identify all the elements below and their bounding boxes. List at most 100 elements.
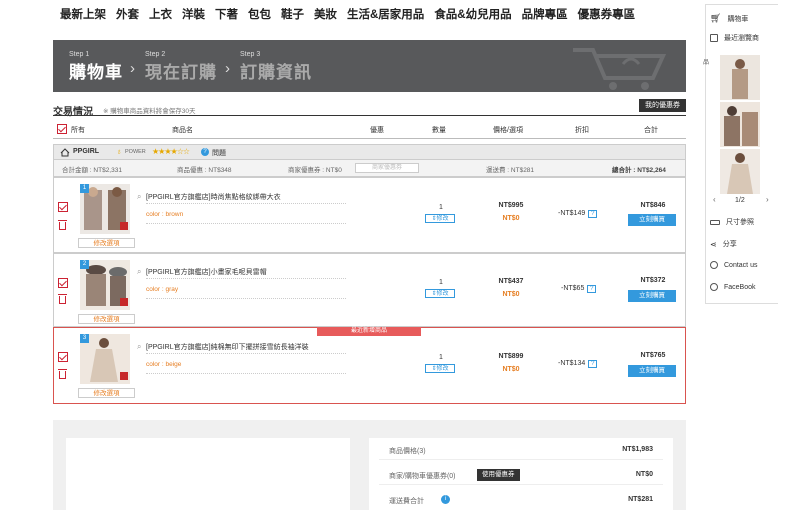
trash-icon[interactable]	[58, 369, 67, 379]
nav-item-outer[interactable]: 外套	[116, 6, 139, 21]
nav-item-bags[interactable]: 包包	[248, 6, 271, 21]
summary-row-goods: 商品價格(3) NT$1,983	[379, 440, 663, 460]
qty-edit-button[interactable]: ⇕修改	[425, 289, 455, 298]
buy-now-button[interactable]: 立刻購買	[628, 290, 676, 302]
nav-item-brand[interactable]: 品牌專區	[522, 6, 568, 21]
shipping-label: 運送費合計	[389, 498, 424, 505]
col-name: 商品名	[172, 127, 193, 134]
prev-page-button[interactable]: ‹	[713, 195, 716, 204]
item-discount-value: -NT$65?	[561, 285, 597, 293]
nav-item-coupon[interactable]: 優惠券專區	[578, 6, 636, 21]
nav-item-bottoms[interactable]: 下著	[215, 6, 238, 21]
shop-question-link[interactable]: 問題	[212, 148, 226, 158]
product-color: color : brown	[146, 211, 184, 218]
quick-sidebar: 🛒︎ 購物車 最近瀏覽商 品 ‹ 1/2 › 尺寸參照 ⋖ 分享 Contact u…	[703, 4, 778, 304]
step3-small: Step 3	[240, 51, 261, 58]
product-image	[720, 55, 760, 100]
checkout-steps-banner: Step 1 購物車 › Step 2 現在訂購 › Step 3 訂購資訊	[53, 40, 686, 92]
item-total: NT$765	[640, 352, 666, 359]
nav-item-beauty[interactable]: 美妝	[314, 6, 337, 21]
discount-amount: -NT$134	[558, 360, 586, 367]
product-name-link[interactable]: [PPGIRL官方旗艦店]純棉無印下擺拼接雪紡長袖洋裝	[146, 342, 309, 352]
cart-item: 2 修改選項 ⌕ [PPGIRL官方旗艦店]小畫家毛呢貝雷帽 color : g…	[53, 253, 686, 327]
cart-graphic-icon	[573, 48, 667, 90]
coupon-label: 商家/購物車優惠券(0)	[389, 473, 456, 480]
shop-name[interactable]: PPGIRL	[73, 148, 99, 155]
item-checkbox[interactable]	[58, 352, 68, 362]
search-icon: ⌕	[137, 342, 142, 351]
item-checkbox[interactable]	[58, 278, 68, 288]
buy-now-button[interactable]: 立刻購買	[628, 214, 676, 226]
item-checkbox[interactable]	[58, 202, 68, 212]
nav-item-living[interactable]: 生活&居家用品	[347, 6, 424, 21]
recent-item-thumbnail[interactable]	[720, 102, 760, 147]
sidebar-cart[interactable]: 🛒︎ 購物車	[710, 13, 748, 24]
item-option-price: NT$0	[502, 366, 520, 373]
sidebar-size-guide[interactable]: 尺寸參照	[710, 217, 754, 227]
recent-item-thumbnail[interactable]	[720, 149, 760, 194]
step-arrow-1: ›	[130, 60, 135, 77]
next-page-button[interactable]: ›	[766, 195, 769, 204]
nav-item-food[interactable]: 食品&幼兒用品	[434, 6, 511, 21]
buy-now-button[interactable]: 立刻購買	[628, 365, 676, 377]
edit-options-button[interactable]: 修改選項	[78, 238, 135, 248]
qty-edit-button[interactable]: ⇕修改	[425, 364, 455, 373]
summary-right-panel: 商品價格(3) NT$1,983 商家/購物車優惠券(0) 使用優惠券 NT$0…	[369, 438, 673, 510]
summary-row-shipping: 運送費合計 i NT$281	[379, 490, 663, 510]
step1-small: Step 1	[69, 51, 90, 58]
divider	[146, 373, 346, 374]
sidebar-share-label: 分享	[722, 241, 737, 248]
info-icon[interactable]: i	[441, 495, 450, 504]
shop-coupon-input[interactable]: 商家優惠券	[355, 163, 419, 173]
qty-edit-button[interactable]: ⇕修改	[425, 214, 455, 223]
item-index-badge: 3	[80, 334, 89, 343]
product-image	[720, 149, 760, 194]
sidebar-share[interactable]: ⋖ 分享	[710, 239, 737, 249]
nav-item-shoes[interactable]: 鞋子	[281, 6, 304, 21]
ruler-icon	[710, 219, 720, 225]
nav-item-dress[interactable]: 洋裝	[182, 6, 205, 21]
use-coupon-button[interactable]: 使用優惠券	[477, 469, 520, 481]
discount-amount: -NT$65	[561, 285, 585, 292]
col-discount: 折扣	[575, 127, 589, 134]
edit-options-button[interactable]: 修改選項	[78, 388, 135, 398]
discount-info-icon[interactable]: ?	[587, 285, 597, 293]
summary-left-panel	[66, 438, 350, 510]
top-nav: 最新上架 外套 上衣 洋裝 下著 包包 鞋子 美妝 生活&居家用品 食品&幼兒用…	[60, 6, 636, 21]
sidebar-edge-text: 品	[703, 60, 710, 66]
nav-item-tops[interactable]: 上衣	[149, 6, 172, 21]
step2-small: Step 2	[145, 51, 166, 58]
product-name-link[interactable]: [PPGIRL官方旗艦店]小畫家毛呢貝雷帽	[146, 267, 267, 277]
recent-item-thumbnail[interactable]	[720, 55, 760, 100]
product-thumbnail[interactable]: 1	[80, 184, 130, 234]
item-price: NT$899	[498, 353, 524, 360]
power-label: POWER	[125, 149, 146, 155]
help-icon	[710, 261, 718, 269]
order-summary-area: 商品價格(3) NT$1,983 商家/購物車優惠券(0) 使用優惠券 NT$0…	[53, 420, 686, 510]
divider	[146, 278, 346, 279]
location-icon	[710, 283, 718, 291]
goods-value: NT$1,983	[622, 446, 653, 453]
my-coupon-button[interactable]: 我的優惠券	[639, 99, 686, 112]
sidebar-contact[interactable]: Contact us	[710, 261, 757, 269]
trash-icon[interactable]	[58, 294, 67, 304]
discount-info-icon[interactable]: ?	[588, 210, 598, 218]
search-icon: ⌕	[137, 192, 142, 201]
divider	[146, 353, 346, 354]
product-thumbnail[interactable]: 2	[80, 260, 130, 310]
sidebar-recent[interactable]: 最近瀏覽商	[710, 33, 759, 43]
search-icon: ⌕	[137, 267, 142, 276]
select-all-checkbox[interactable]	[57, 124, 67, 134]
edit-options-button[interactable]: 修改選項	[78, 314, 135, 324]
question-icon[interactable]: ?	[201, 148, 209, 156]
trash-icon[interactable]	[58, 220, 67, 230]
section-note: ※ 購物車商品資料將會保存30天	[103, 108, 196, 115]
item-option-price: NT$0	[502, 291, 520, 298]
nav-item-new[interactable]: 最新上架	[60, 6, 106, 21]
discount-info-icon[interactable]: ?	[588, 360, 598, 368]
product-thumbnail[interactable]: 3	[80, 334, 130, 384]
cart-icon: 🛒︎	[710, 13, 722, 23]
sidebar-facebook[interactable]: FaceBook	[710, 283, 756, 291]
col-qty: 數量	[432, 127, 446, 134]
product-name-link[interactable]: [PPGIRL官方旗艦店]時尚焦點格紋綁帶大衣	[146, 192, 281, 202]
